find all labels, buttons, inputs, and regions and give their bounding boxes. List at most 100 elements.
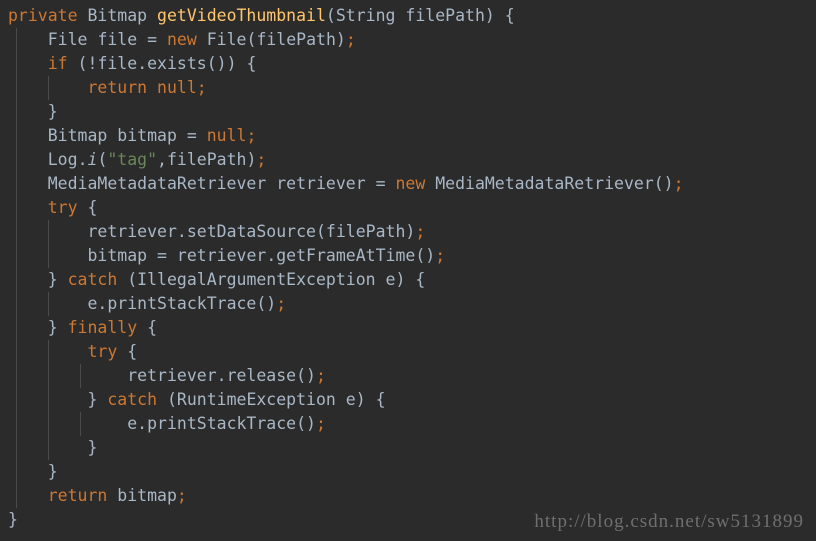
code-token: retriever <box>176 246 267 265</box>
code-line[interactable]: return null; <box>0 76 816 100</box>
code-line-list: private Bitmap getVideoThumbnail(String … <box>0 4 816 532</box>
code-token: file <box>97 30 138 49</box>
code-line[interactable]: MediaMetadataRetriever retriever = new M… <box>0 172 816 196</box>
code-token: () <box>415 246 436 265</box>
code-token: Bitmap <box>47 126 108 145</box>
code-token: { <box>127 342 138 361</box>
code-token: . <box>266 246 277 265</box>
code-token: ()) <box>206 54 237 73</box>
code-token: ; <box>315 414 326 433</box>
code-token: . <box>137 54 148 73</box>
code-token: if <box>47 54 68 73</box>
code-token: ( <box>315 222 326 241</box>
code-token: { <box>147 318 158 337</box>
code-token: i <box>87 150 98 169</box>
code-token: { <box>415 270 426 289</box>
code-viewer[interactable]: private Bitmap getVideoThumbnail(String … <box>0 0 816 541</box>
code-token: ; <box>176 486 187 505</box>
code-token: printStackTrace <box>147 414 297 433</box>
code-token: filePath <box>256 30 336 49</box>
code-token: { <box>375 390 386 409</box>
code-token: "tag" <box>107 150 158 169</box>
code-token: () <box>296 366 316 385</box>
code-token: File <box>47 30 88 49</box>
code-token: try <box>87 342 118 361</box>
code-token: ( <box>67 54 88 73</box>
code-token: ; <box>673 174 684 193</box>
code-token: printStackTrace <box>107 294 257 313</box>
code-token: . <box>176 222 187 241</box>
code-line[interactable]: try { <box>0 196 816 220</box>
code-token: } <box>47 318 58 337</box>
code-token: ) <box>405 222 416 241</box>
code-token: bitmap <box>87 246 148 265</box>
code-token: , <box>157 150 167 169</box>
code-line[interactable]: retriever.setDataSource(filePath); <box>0 220 816 244</box>
code-line[interactable]: e.printStackTrace(); <box>0 412 816 436</box>
code-token: ; <box>276 294 287 313</box>
code-line[interactable]: e.printStackTrace(); <box>0 292 816 316</box>
code-token: = <box>176 126 207 145</box>
code-token: . <box>77 150 88 169</box>
code-token: Log <box>47 150 78 169</box>
code-line[interactable]: try { <box>0 340 816 364</box>
code-token: ( <box>97 150 108 169</box>
code-token: catch <box>107 390 158 409</box>
code-token: setDataSource <box>186 222 316 241</box>
code-line[interactable]: retriever.release(); <box>0 364 816 388</box>
code-line[interactable]: private Bitmap getVideoThumbnail(String … <box>0 4 816 28</box>
code-line[interactable]: Bitmap bitmap = null; <box>0 124 816 148</box>
code-token: bitmap <box>117 126 177 145</box>
code-line[interactable]: } <box>0 100 816 124</box>
code-line[interactable]: } catch (IllegalArgumentException e) { <box>0 268 816 292</box>
code-token: ( <box>246 30 257 49</box>
code-line[interactable]: if (!file.exists()) { <box>0 52 816 76</box>
code-token: File <box>206 30 247 49</box>
code-token: ! <box>87 54 98 73</box>
code-token: try <box>47 198 78 217</box>
code-token: { <box>504 6 515 25</box>
code-line[interactable]: File file = new File(filePath); <box>0 28 816 52</box>
code-token: MediaMetadataRetriever <box>435 174 654 193</box>
code-token: RuntimeException <box>176 390 336 409</box>
code-line[interactable]: } <box>0 436 816 460</box>
code-token: String <box>335 6 396 25</box>
code-line[interactable]: Log.i("tag",filePath); <box>0 148 816 172</box>
code-line[interactable]: } finally { <box>0 316 816 340</box>
code-token: ) <box>395 270 406 289</box>
code-line[interactable]: return bitmap; <box>0 484 816 508</box>
code-token: new <box>167 30 197 49</box>
code-token: file <box>97 54 138 73</box>
code-line[interactable]: bitmap = retriever.getFrameAtTime(); <box>0 244 816 268</box>
code-token: } <box>47 102 58 121</box>
code-line[interactable]: } <box>0 460 816 484</box>
code-token: retriever <box>87 222 177 241</box>
code-token: } <box>87 438 98 457</box>
code-token: ; <box>345 30 356 49</box>
code-token: . <box>97 294 108 313</box>
code-token: IllegalArgumentException <box>137 270 376 289</box>
code-line[interactable]: } catch (RuntimeException e) { <box>0 388 816 412</box>
